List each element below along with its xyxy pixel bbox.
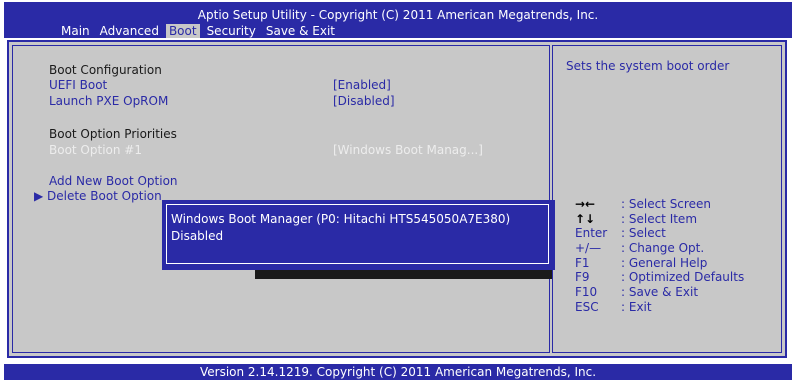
legend-key: F1 bbox=[575, 255, 590, 270]
help-text: Sets the system boot order bbox=[566, 59, 730, 73]
popup-option-windows-boot-manager[interactable]: Windows Boot Manager (P0: Hitachi HTS545… bbox=[171, 212, 510, 226]
legend-desc: : Exit bbox=[621, 299, 652, 314]
tab-advanced[interactable]: Advanced bbox=[97, 24, 162, 38]
tab-save-exit[interactable]: Save & Exit bbox=[263, 24, 338, 38]
delete-boot-option[interactable]: Delete Boot Option bbox=[47, 189, 162, 203]
uefi-boot-label[interactable]: UEFI Boot bbox=[49, 78, 107, 92]
boot-option-1-label[interactable]: Boot Option #1 bbox=[49, 143, 142, 157]
legend-key: F9 bbox=[575, 270, 590, 285]
title-text: Aptio Setup Utility - Copyright (C) 2011… bbox=[197, 8, 599, 22]
legend-key: +/— bbox=[575, 241, 602, 256]
up-down-arrows-icon: ↑↓ bbox=[575, 211, 596, 226]
tab-bar: Main Advanced Boot Security Save & Exit bbox=[58, 24, 342, 38]
boot-option-priorities-header: Boot Option Priorities bbox=[49, 127, 177, 141]
legend-key: F10 bbox=[575, 285, 598, 300]
legend-key: Enter bbox=[575, 226, 608, 241]
tab-security[interactable]: Security bbox=[204, 24, 259, 38]
legend-desc: : Select bbox=[621, 226, 666, 241]
launch-pxe-oprom-label[interactable]: Launch PXE OpROM bbox=[49, 94, 168, 108]
legend-desc: : Save & Exit bbox=[621, 285, 699, 300]
boot-option-1-value[interactable]: [Windows Boot Manag...] bbox=[333, 143, 483, 157]
settings-panel: Boot Configuration UEFI Boot [Enabled] L… bbox=[12, 45, 550, 353]
selection-arrow-icon: ▶ bbox=[34, 189, 44, 203]
bios-screen: Aptio Setup Utility - Copyright (C) 2011… bbox=[0, 0, 796, 380]
left-right-arrows-icon: →← bbox=[575, 197, 596, 211]
add-new-boot-option[interactable]: Add New Boot Option bbox=[49, 174, 178, 188]
legend-desc: : Optimized Defaults bbox=[621, 270, 745, 285]
tab-main[interactable]: Main bbox=[58, 24, 93, 38]
legend-desc: : Select Screen bbox=[621, 197, 711, 211]
tab-boot[interactable]: Boot bbox=[165, 24, 200, 38]
boot-option-popup: Windows Boot Manager (P0: Hitachi HTS545… bbox=[162, 200, 555, 270]
main-frame: Boot Configuration UEFI Boot [Enabled] L… bbox=[7, 40, 787, 358]
help-panel: Sets the system boot order →← : Select S… bbox=[552, 45, 782, 353]
popup-option-disabled[interactable]: Disabled bbox=[171, 229, 223, 243]
launch-pxe-oprom-value[interactable]: [Disabled] bbox=[333, 94, 395, 108]
legend-desc: : Change Opt. bbox=[621, 241, 705, 256]
title-bar: Aptio Setup Utility - Copyright (C) 2011… bbox=[4, 2, 792, 38]
uefi-boot-value[interactable]: [Enabled] bbox=[333, 78, 391, 92]
legend-key: ESC bbox=[575, 299, 599, 314]
legend-desc: : Select Item bbox=[621, 211, 698, 226]
boot-configuration-header: Boot Configuration bbox=[49, 63, 162, 77]
legend-desc: : General Help bbox=[621, 255, 708, 270]
version-footer: Version 2.14.1219. Copyright (C) 2011 Am… bbox=[4, 364, 792, 380]
popup-options-box: Windows Boot Manager (P0: Hitachi HTS545… bbox=[166, 204, 549, 264]
